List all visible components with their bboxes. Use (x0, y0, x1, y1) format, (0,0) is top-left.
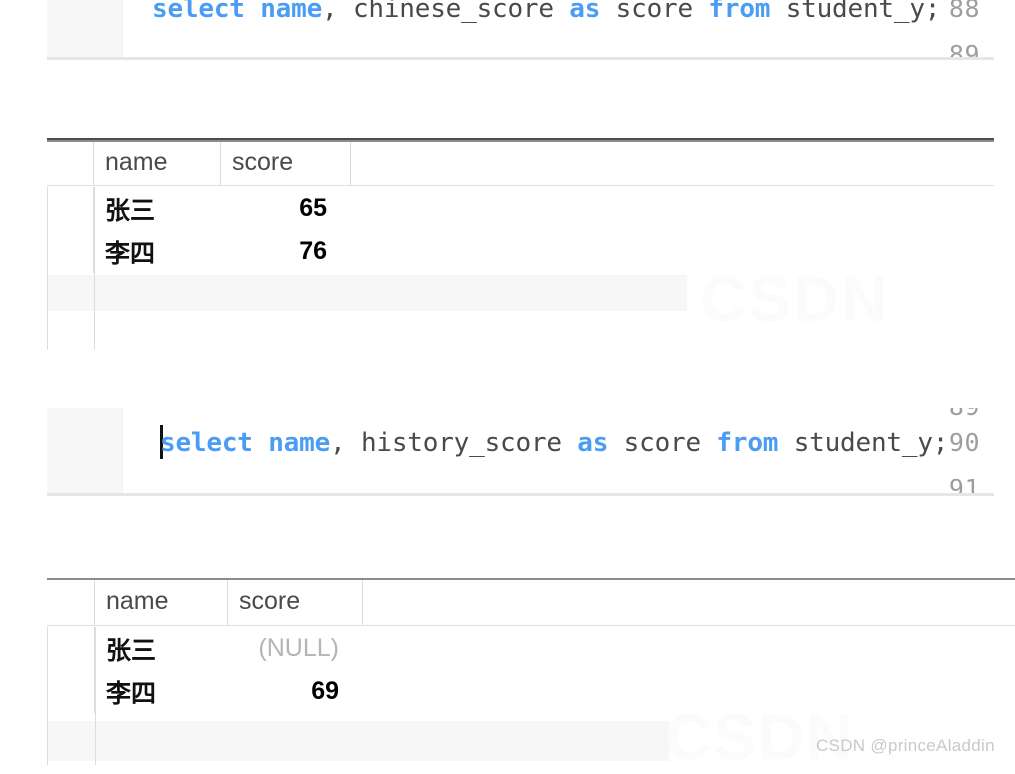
table-row-empty-striped[interactable] (47, 275, 687, 311)
grid-top-rule (47, 578, 1015, 580)
editor-gutter (47, 0, 123, 60)
cell-name[interactable]: 张三 (95, 627, 228, 670)
sql-keyword: select (160, 428, 253, 458)
gutter-line-number: 89 (948, 40, 980, 60)
header-cell-filler (351, 140, 994, 185)
sql-keyword: as (569, 0, 601, 24)
cell-name[interactable]: 张三 (94, 187, 221, 230)
sql-code-line[interactable]: select name, chinese_score as score from… (152, 0, 940, 32)
result-header-row: name score (47, 140, 994, 186)
editor-bottom-edge (47, 493, 994, 496)
gutter-line-number: 90 (948, 428, 980, 457)
table-row[interactable]: 李四 69 (47, 670, 1015, 713)
table-row[interactable]: 张三 (NULL) (47, 627, 1015, 670)
header-rownum (47, 578, 95, 625)
sql-keyword: from (716, 428, 779, 458)
sql-code-line[interactable]: select name, history_score as score from… (160, 420, 948, 466)
sql-editor-chinese-score[interactable]: 88 89 select name, chinese_score as scor… (47, 0, 994, 60)
cell-score[interactable]: (NULL) (228, 627, 363, 670)
header-rownum (47, 140, 94, 185)
sql-text: score (608, 428, 717, 458)
grid-left-border (47, 187, 48, 350)
watermark-ghost: CSDN (700, 263, 890, 335)
csdn-watermark: CSDN @princeAladdin (816, 736, 995, 755)
sql-text: , chinese_score (322, 0, 570, 24)
cell-score[interactable]: 65 (221, 187, 351, 230)
sql-keyword: as (577, 428, 609, 458)
header-cell-name[interactable]: name (95, 578, 228, 625)
gutter-line-number: 88 (948, 0, 980, 23)
result-header-row: name score (47, 578, 1015, 626)
editor-bottom-edge (47, 57, 994, 60)
grid-rownum-border (94, 187, 95, 350)
cell-rownum (47, 670, 95, 713)
cell-score[interactable]: 69 (228, 670, 363, 713)
cell-filler (363, 627, 1015, 670)
cell-rownum (47, 187, 94, 230)
sql-text: score (600, 0, 709, 24)
cell-name[interactable]: 李四 (95, 670, 228, 713)
sql-keyword: name (260, 0, 323, 24)
sql-keyword: select (152, 0, 245, 24)
sql-text: student_y; (770, 0, 941, 24)
cell-rownum (47, 627, 95, 670)
cell-filler (351, 187, 994, 230)
cell-rownum (47, 230, 94, 273)
table-row[interactable]: 张三 65 (47, 187, 994, 230)
header-cell-score[interactable]: score (228, 578, 363, 625)
sql-keyword: name (268, 428, 331, 458)
header-cell-filler (363, 578, 1015, 625)
grid-left-border (47, 627, 48, 765)
cell-score[interactable]: 76 (221, 230, 351, 273)
table-row-empty-striped[interactable] (47, 721, 669, 761)
grid-rownum-border (95, 627, 96, 765)
gutter-line-number: 91 (948, 474, 980, 496)
header-cell-name[interactable]: name (94, 140, 221, 185)
cell-name[interactable]: 李四 (94, 230, 221, 273)
header-cell-score[interactable]: score (221, 140, 351, 185)
empty-result-panel (47, 63, 994, 141)
sql-text: student_y; (778, 428, 949, 458)
cell-filler (351, 230, 994, 273)
editor-gutter (47, 408, 123, 496)
grid-top-rule (47, 140, 994, 142)
sql-text: , history_score (330, 428, 578, 458)
sql-keyword: from (708, 0, 771, 24)
sql-editor-history-score[interactable]: 89 90 91 select name, history_score as s… (47, 408, 994, 496)
